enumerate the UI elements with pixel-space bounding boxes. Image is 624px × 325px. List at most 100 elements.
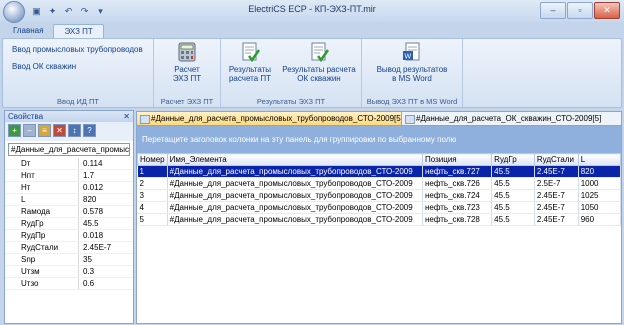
- object-selector[interactable]: #Данные_для_расчета_промысл: [8, 143, 130, 156]
- cell[interactable]: #Данные_для_расчета_промысловых_трубопро…: [167, 189, 423, 202]
- cell[interactable]: 45.5: [491, 201, 535, 214]
- close-button[interactable]: ✕: [594, 2, 620, 19]
- table-row[interactable]: 3 #Данные_для_расчета_промысловых_трубопр…: [137, 189, 621, 202]
- column-header-name[interactable]: Имя_Элемента: [166, 153, 423, 166]
- cell[interactable]: нефть_скв.728: [422, 213, 493, 226]
- group-input: Ввод промысловых трубопроводов Ввод ОК с…: [3, 39, 154, 107]
- cell[interactable]: 1: [137, 165, 168, 178]
- data-grid: Перетащите заголовок колонки на эту пане…: [136, 125, 622, 324]
- property-row[interactable]: Uтзм 0.3: [5, 266, 133, 278]
- cell[interactable]: 45.5: [491, 189, 535, 202]
- property-key: RудГр: [21, 219, 44, 228]
- table-row[interactable]: 1 #Данные_для_расчета_промысловых_трубопр…: [137, 165, 621, 178]
- cell[interactable]: 2.45E-7: [534, 189, 579, 202]
- column-header-number[interactable]: Номер: [137, 153, 168, 166]
- results-pt-button[interactable]: Результаты расчета ПТ: [223, 41, 277, 83]
- cell[interactable]: 2.45E-7: [534, 201, 579, 214]
- minimize-button[interactable]: –: [540, 2, 566, 19]
- cell[interactable]: 820: [578, 165, 621, 178]
- calc-button[interactable]: Расчет ЭХЗ ПТ: [158, 41, 216, 83]
- property-value[interactable]: 45.5: [83, 218, 99, 229]
- cell[interactable]: #Данные_для_расчета_промысловых_трубопро…: [167, 177, 423, 190]
- app-window: ▣ ✦ ↶ ↷ ▾ ElectriCS ECP - КП-ЭХЗ-ПТ.mir …: [0, 0, 624, 325]
- cell[interactable]: нефть_скв.723: [422, 201, 493, 214]
- cell[interactable]: 5: [137, 213, 168, 226]
- add-icon[interactable]: +: [8, 124, 21, 137]
- column-header-rudstali[interactable]: RудСтали: [533, 153, 579, 166]
- group-label: Расчет ЭХЗ ПТ: [160, 97, 214, 106]
- property-value[interactable]: 0.6: [83, 278, 94, 289]
- property-row[interactable]: Hпт 1.7: [5, 170, 133, 182]
- property-key: L: [21, 195, 26, 204]
- property-row[interactable]: RудГр 45.5: [5, 218, 133, 230]
- cell[interactable]: 2: [137, 177, 168, 190]
- remove-icon[interactable]: –: [23, 124, 36, 137]
- column-header-rudgr[interactable]: RудГр: [491, 153, 535, 166]
- results-wells-label: Результаты расчета ОК скважин: [282, 65, 356, 83]
- property-row[interactable]: RудСтали 2.45E-7: [5, 242, 133, 254]
- cell[interactable]: 2.45E-7: [534, 165, 579, 178]
- group-word: W Вывод результатов в MS Word Вывод ЭХЗ …: [362, 39, 463, 107]
- cell[interactable]: 1025: [578, 189, 621, 202]
- property-row[interactable]: Dт 0.114: [5, 158, 133, 170]
- column-header-position[interactable]: Позиция: [421, 153, 493, 166]
- delete-icon[interactable]: ✕: [53, 124, 66, 137]
- cell[interactable]: 2.5E-7: [534, 177, 579, 190]
- cell[interactable]: 3: [137, 189, 168, 202]
- group-by-panel[interactable]: Перетащите заголовок колонки на эту пане…: [137, 126, 621, 153]
- property-value[interactable]: 0.018: [83, 230, 103, 241]
- properties-header: Свойства ✕: [5, 111, 133, 122]
- table-row[interactable]: 2 #Данные_для_расчета_промысловых_трубопр…: [137, 177, 621, 190]
- cell[interactable]: 1000: [578, 177, 621, 190]
- sort-az-icon[interactable]: ↕: [68, 124, 81, 137]
- cell[interactable]: #Данные_для_расчета_промысловых_трубопро…: [167, 213, 423, 226]
- property-key: RудСтали: [21, 243, 59, 252]
- property-row[interactable]: Snp 35: [5, 254, 133, 266]
- property-row[interactable]: RудПр 0.018: [5, 230, 133, 242]
- property-row[interactable]: L 820: [5, 194, 133, 206]
- doc-tab-wells[interactable]: #Данные_для_расчета_ОК_скважин_СТО-2009[…: [401, 111, 622, 125]
- property-row[interactable]: Rамода 0.578: [5, 206, 133, 218]
- export-word-label: Вывод результатов в MS Word: [376, 65, 448, 83]
- column-header-l[interactable]: L: [577, 153, 621, 166]
- cell[interactable]: 45.5: [491, 177, 535, 190]
- export-word-button[interactable]: W Вывод результатов в MS Word: [368, 41, 456, 83]
- property-row[interactable]: Uтзо 0.6: [5, 278, 133, 290]
- cell[interactable]: #Данные_для_расчета_промысловых_трубопро…: [167, 201, 423, 214]
- property-value[interactable]: 0.114: [83, 158, 102, 169]
- input-pipelines-link[interactable]: Ввод промысловых трубопроводов: [12, 45, 143, 54]
- table-row[interactable]: 4 #Данные_для_расчета_промысловых_трубопр…: [137, 201, 621, 214]
- property-value[interactable]: 0.578: [83, 206, 103, 217]
- cell[interactable]: 4: [137, 201, 168, 214]
- property-value[interactable]: 35: [83, 254, 92, 265]
- table-row[interactable]: 5 #Данные_для_расчета_промысловых_трубопр…: [137, 213, 621, 226]
- property-value[interactable]: 1.7: [83, 170, 94, 181]
- input-wells-link[interactable]: Ввод ОК скважин: [12, 62, 76, 71]
- tab-home[interactable]: Главная: [3, 24, 53, 38]
- cell[interactable]: нефть_скв.727: [422, 165, 493, 178]
- property-value[interactable]: 0.012: [83, 182, 103, 193]
- property-key: Dт: [21, 159, 31, 168]
- property-key: Hпт: [21, 171, 35, 180]
- property-row[interactable]: Hт 0.012: [5, 182, 133, 194]
- cell[interactable]: нефть_скв.724: [422, 189, 493, 202]
- cell[interactable]: 1050: [578, 201, 621, 214]
- results-wells-button[interactable]: Результаты расчета ОК скважин: [279, 41, 359, 83]
- cell[interactable]: 45.5: [491, 213, 535, 226]
- doc-tab-label: #Данные_для_расчета_промысловых_трубопро…: [151, 114, 403, 123]
- property-value[interactable]: 820: [83, 194, 96, 205]
- property-value[interactable]: 0.3: [83, 266, 94, 277]
- help-icon[interactable]: ?: [83, 124, 96, 137]
- cell[interactable]: 2.45E-7: [534, 213, 579, 226]
- cell[interactable]: 960: [578, 213, 621, 226]
- tab-ehz-pt[interactable]: ЭХЗ ПТ: [53, 24, 104, 39]
- maximize-button[interactable]: ▫: [567, 2, 593, 19]
- doc-tab-pipelines[interactable]: #Данные_для_расчета_промысловых_трубопро…: [136, 111, 417, 125]
- cell[interactable]: #Данные_для_расчета_промысловых_трубопро…: [167, 165, 423, 178]
- property-value[interactable]: 2.45E-7: [83, 242, 111, 253]
- properties-icon[interactable]: ≡: [38, 124, 51, 137]
- close-icon[interactable]: ✕: [123, 111, 130, 122]
- cell[interactable]: нефть_скв.726: [422, 177, 493, 190]
- properties-title: Свойства: [8, 112, 44, 121]
- cell[interactable]: 45.5: [491, 165, 535, 178]
